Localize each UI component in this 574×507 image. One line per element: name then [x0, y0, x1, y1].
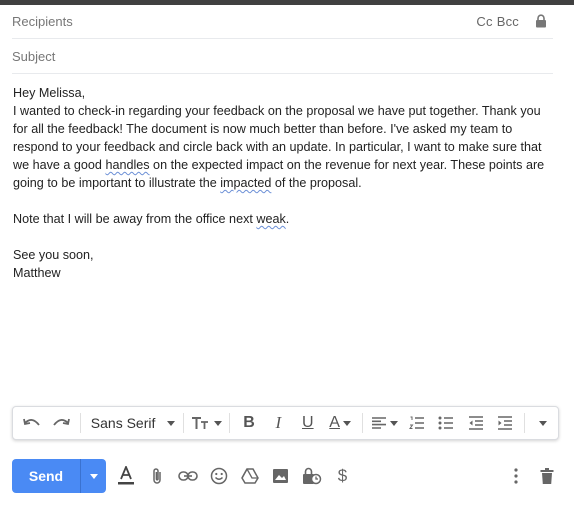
- body-paragraph-1: I wanted to check-in regarding your feed…: [13, 102, 558, 192]
- cc-bcc-links: Cc Bcc: [472, 14, 519, 29]
- font-family-select[interactable]: Sans Serif: [85, 409, 179, 437]
- subject-placeholder: Subject: [12, 49, 56, 64]
- chevron-down-icon: [539, 420, 548, 426]
- send-button[interactable]: Send: [12, 459, 80, 493]
- toolbar-divider: [229, 413, 231, 433]
- drive-icon: [240, 468, 259, 484]
- attach-file-button[interactable]: [141, 461, 172, 491]
- chevron-down-icon: [167, 420, 176, 426]
- cc-link[interactable]: Cc: [476, 14, 492, 29]
- send-money-button[interactable]: $: [327, 461, 358, 491]
- dollar-icon: $: [337, 466, 348, 485]
- discard-draft-button[interactable]: [531, 461, 562, 491]
- more-options-button[interactable]: [500, 461, 531, 491]
- misspelled-word[interactable]: weak: [256, 212, 285, 226]
- chevron-down-icon: [214, 420, 223, 426]
- trash-icon: [540, 468, 553, 484]
- font-family-value: Sans Serif: [90, 415, 156, 431]
- text-color-icon: A: [329, 414, 340, 431]
- image-icon: [273, 469, 288, 483]
- indent-increase-icon: [497, 416, 512, 430]
- align-left-icon: [371, 417, 386, 429]
- italic-icon: I: [275, 413, 282, 432]
- body-text-segment: Note that I will be away from the office…: [13, 212, 257, 226]
- signature-line: Matthew: [13, 266, 61, 280]
- lock-icon[interactable]: [535, 14, 547, 28]
- body-text-segment: .: [285, 212, 290, 226]
- redo-icon: [53, 418, 70, 426]
- misspelled-word[interactable]: impacted: [220, 176, 271, 190]
- recipients-field[interactable]: Recipients Cc Bcc: [12, 5, 553, 39]
- link-icon: [177, 471, 198, 481]
- undo-icon: [22, 418, 40, 426]
- paperclip-icon: [152, 468, 161, 484]
- insert-link-button[interactable]: [172, 461, 203, 491]
- body-paragraph-2: Note that I will be away from the office…: [13, 210, 558, 228]
- underline-icon: U: [302, 414, 314, 431]
- message-body[interactable]: Hey Melissa, I wanted to check-in regard…: [13, 84, 558, 282]
- numbered-list-button[interactable]: [402, 409, 431, 437]
- italic-button[interactable]: I: [264, 409, 293, 437]
- text-color-button[interactable]: A: [323, 409, 358, 437]
- closing-line: See you soon,: [13, 248, 94, 262]
- underline-button[interactable]: U: [293, 409, 322, 437]
- toolbar-divider: [523, 413, 525, 433]
- undo-button[interactable]: [17, 409, 46, 437]
- bcc-link[interactable]: Bcc: [497, 14, 519, 29]
- more-vert-icon: [513, 468, 518, 484]
- confidential-mode-button[interactable]: [296, 461, 327, 491]
- numbered-list-icon: [408, 416, 424, 429]
- bold-icon: B: [243, 414, 255, 431]
- insert-emoji-button[interactable]: [203, 461, 234, 491]
- redo-button[interactable]: [46, 409, 75, 437]
- text-format-icon: [117, 466, 134, 485]
- toolbar-divider: [79, 413, 81, 433]
- more-formatting-button[interactable]: [529, 409, 558, 437]
- chevron-down-icon: [89, 473, 98, 479]
- chevron-down-icon: [342, 420, 351, 426]
- greeting-line: Hey Melissa,: [13, 86, 86, 100]
- lock-clock-icon: [302, 467, 321, 485]
- text-size-icon: [192, 417, 209, 429]
- recipients-placeholder: Recipients: [12, 14, 73, 29]
- body-text-segment: of the proposal.: [271, 176, 362, 190]
- formatting-toolbar: Sans Serif B I U A: [12, 406, 559, 440]
- bulleted-list-button[interactable]: [431, 409, 460, 437]
- indent-decrease-icon: [468, 416, 483, 430]
- emoji-icon: [210, 467, 227, 485]
- action-bar-right: [500, 459, 562, 493]
- bold-button[interactable]: B: [234, 409, 263, 437]
- font-size-button[interactable]: [188, 409, 225, 437]
- subject-field[interactable]: Subject: [12, 40, 553, 74]
- misspelled-word[interactable]: handles: [105, 158, 149, 172]
- toolbar-divider: [361, 413, 363, 433]
- align-button[interactable]: [367, 409, 402, 437]
- compose-action-bar: Send $: [12, 459, 562, 493]
- insert-photo-button[interactable]: [265, 461, 296, 491]
- decrease-indent-button[interactable]: [461, 409, 490, 437]
- chevron-down-icon: [389, 420, 398, 426]
- formatting-options-button[interactable]: [110, 461, 141, 491]
- increase-indent-button[interactable]: [490, 409, 519, 437]
- insert-drive-button[interactable]: [234, 461, 265, 491]
- send-options-button[interactable]: [80, 459, 106, 493]
- bulleted-list-icon: [438, 416, 454, 430]
- toolbar-divider: [183, 413, 185, 433]
